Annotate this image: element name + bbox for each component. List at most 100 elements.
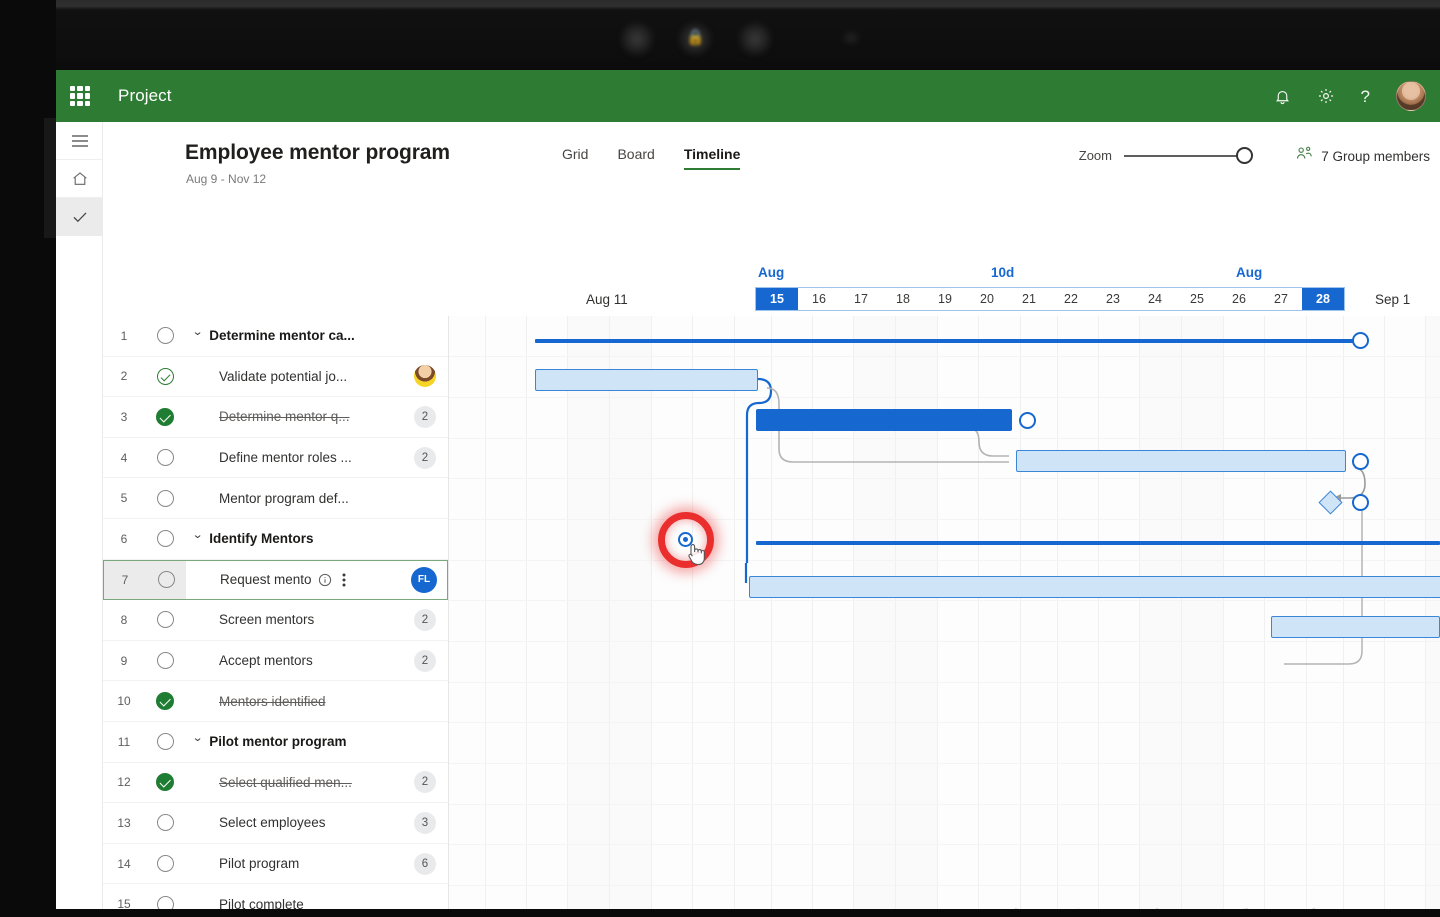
gantt-bar-row8[interactable] xyxy=(1271,616,1440,638)
user-avatar[interactable] xyxy=(1396,81,1426,111)
task-duration-badge[interactable]: 3 xyxy=(414,811,436,834)
date-cell-27[interactable]: 27 xyxy=(1260,288,1302,310)
task-name-cell[interactable]: Pilot complete xyxy=(185,897,402,909)
task-row[interactable]: 12 Select qualified men... 2 xyxy=(103,763,448,804)
task-complete-checkbox[interactable] xyxy=(146,560,186,600)
date-cell-19[interactable]: 19 xyxy=(924,288,966,310)
task-complete-checkbox[interactable] xyxy=(145,641,185,681)
gantt-handle-row3-end[interactable] xyxy=(1019,412,1036,429)
gantt-bar-row2[interactable] xyxy=(535,369,758,391)
task-name-cell[interactable]: ⌄ Identify Mentors xyxy=(185,528,402,546)
task-row[interactable]: 15 Pilot complete xyxy=(103,884,448,909)
task-row[interactable]: 5 Mentor program def... xyxy=(103,478,448,519)
tab-board[interactable]: Board xyxy=(617,146,654,170)
date-cell-15[interactable]: 15 xyxy=(756,288,798,310)
task-complete-checkbox[interactable] xyxy=(145,438,185,478)
task-row[interactable]: 13 Select employees 3 xyxy=(103,803,448,844)
task-name-cell[interactable]: Validate potential jo... xyxy=(185,369,402,384)
task-name-cell[interactable]: Determine mentor q... xyxy=(185,409,402,424)
task-name-cell[interactable]: ⌄ Determine mentor ca... xyxy=(185,325,402,343)
task-name-cell[interactable]: Accept mentors xyxy=(185,653,402,668)
date-cell-25[interactable]: 25 xyxy=(1176,288,1218,310)
task-name-cell[interactable]: Select employees xyxy=(185,815,402,830)
task-duration-badge[interactable]: 2 xyxy=(414,771,436,794)
task-row[interactable]: 10 Mentors identified xyxy=(103,681,448,722)
date-cell-20[interactable]: 20 xyxy=(966,288,1008,310)
tab-timeline[interactable]: Timeline xyxy=(683,146,740,170)
info-icon[interactable] xyxy=(318,573,332,587)
date-cell-22[interactable]: 22 xyxy=(1050,288,1092,310)
gantt-milestone-row5[interactable] xyxy=(1318,490,1343,515)
zoom-slider-handle[interactable] xyxy=(1236,146,1253,164)
task-complete-checkbox[interactable] xyxy=(145,803,185,843)
task-duration-badge[interactable]: 2 xyxy=(414,405,436,428)
gantt-bar-row3[interactable] xyxy=(756,409,1012,431)
gantt-handle-row5-end[interactable] xyxy=(1352,494,1369,511)
gantt-handle-row4-end[interactable] xyxy=(1352,453,1369,470)
task-complete-checkbox[interactable] xyxy=(145,722,185,762)
group-members-button[interactable]: 7 Group members xyxy=(1296,146,1430,166)
gantt-handle-row1-end[interactable] xyxy=(1352,332,1369,349)
hamburger-menu-icon[interactable] xyxy=(56,122,103,160)
gantt-handle-row7-start[interactable] xyxy=(678,532,693,547)
task-complete-checkbox[interactable] xyxy=(145,884,185,909)
date-cell-21[interactable]: 21 xyxy=(1008,288,1050,310)
gantt-bar-row7-selected[interactable] xyxy=(749,576,1440,598)
task-name-cell[interactable]: Select qualified men... xyxy=(185,775,402,790)
date-cell-26[interactable]: 26 xyxy=(1218,288,1260,310)
date-cell-17[interactable]: 17 xyxy=(840,288,882,310)
chevron-down-icon[interactable]: ⌄ xyxy=(192,731,204,744)
task-name-cell[interactable]: Pilot program xyxy=(185,856,402,871)
sidebar-item-tasks[interactable] xyxy=(56,198,103,236)
date-range-selector[interactable]: 15 16 17 18 19 20 21 22 23 24 25 26 27 28 xyxy=(755,287,1345,311)
settings-icon[interactable] xyxy=(1317,87,1335,105)
more-options-icon[interactable] xyxy=(342,572,346,588)
chevron-down-icon[interactable]: ⌄ xyxy=(192,325,204,338)
task-row[interactable]: 9 Accept mentors 2 xyxy=(103,641,448,682)
task-duration-badge[interactable]: 2 xyxy=(414,446,436,469)
app-launcher-icon[interactable] xyxy=(70,86,90,106)
zoom-slider[interactable] xyxy=(1124,146,1253,164)
help-icon[interactable]: ? xyxy=(1361,88,1370,105)
gantt-bar-row4[interactable] xyxy=(1016,450,1346,472)
task-name-cell[interactable]: Mentors identified xyxy=(185,694,402,709)
task-row[interactable]: 11 ⌄ Pilot mentor program xyxy=(103,722,448,763)
task-row[interactable]: 14 Pilot program 6 xyxy=(103,844,448,885)
task-name-cell[interactable]: ⌄ Pilot mentor program xyxy=(185,731,402,749)
app-brand-title[interactable]: Project xyxy=(118,86,172,106)
date-cell-23[interactable]: 23 xyxy=(1092,288,1134,310)
task-row[interactable]: 6 ⌄ Identify Mentors xyxy=(103,519,448,560)
task-complete-checkbox[interactable] xyxy=(145,519,185,559)
chevron-down-icon[interactable]: ⌄ xyxy=(192,528,204,541)
date-cell-28[interactable]: 28 xyxy=(1302,288,1344,310)
task-row[interactable]: 4 Define mentor roles ... 2 xyxy=(103,438,448,479)
task-complete-checkbox[interactable] xyxy=(145,844,185,884)
task-complete-checkbox[interactable] xyxy=(145,478,185,518)
date-cell-24[interactable]: 24 xyxy=(1134,288,1176,310)
task-complete-checkbox[interactable] xyxy=(145,681,185,721)
task-complete-checkbox[interactable] xyxy=(145,763,185,803)
task-row[interactable]: 3 Determine mentor q... 2 xyxy=(103,397,448,438)
task-row[interactable]: 2 Validate potential jo... xyxy=(103,357,448,398)
task-complete-checkbox[interactable] xyxy=(145,357,185,397)
task-row[interactable]: 8 Screen mentors 2 xyxy=(103,600,448,641)
task-complete-checkbox[interactable] xyxy=(145,600,185,640)
task-row[interactable]: 7 Request mento FL xyxy=(103,559,448,601)
assignee-avatar[interactable] xyxy=(414,365,436,388)
task-name-cell[interactable]: Request mento xyxy=(186,572,401,588)
task-complete-checkbox[interactable] xyxy=(145,397,185,437)
task-duration-badge[interactable]: 2 xyxy=(414,608,436,631)
assignee-avatar-initials[interactable]: FL xyxy=(411,566,437,593)
task-duration-badge[interactable]: 2 xyxy=(414,649,436,672)
date-cell-18[interactable]: 18 xyxy=(882,288,924,310)
task-name-cell[interactable]: Define mentor roles ... xyxy=(185,450,402,465)
task-duration-badge[interactable]: 6 xyxy=(414,852,436,875)
gantt-bar-summary-row1[interactable] xyxy=(535,339,1363,343)
tab-grid[interactable]: Grid xyxy=(562,146,588,170)
task-name-cell[interactable]: Screen mentors xyxy=(185,612,402,627)
task-row[interactable]: 1 ⌄ Determine mentor ca... xyxy=(103,316,448,357)
notifications-icon[interactable] xyxy=(1274,88,1291,105)
gantt-bar-summary-row6[interactable] xyxy=(756,541,1440,545)
task-complete-checkbox[interactable] xyxy=(145,316,185,356)
date-cell-16[interactable]: 16 xyxy=(798,288,840,310)
